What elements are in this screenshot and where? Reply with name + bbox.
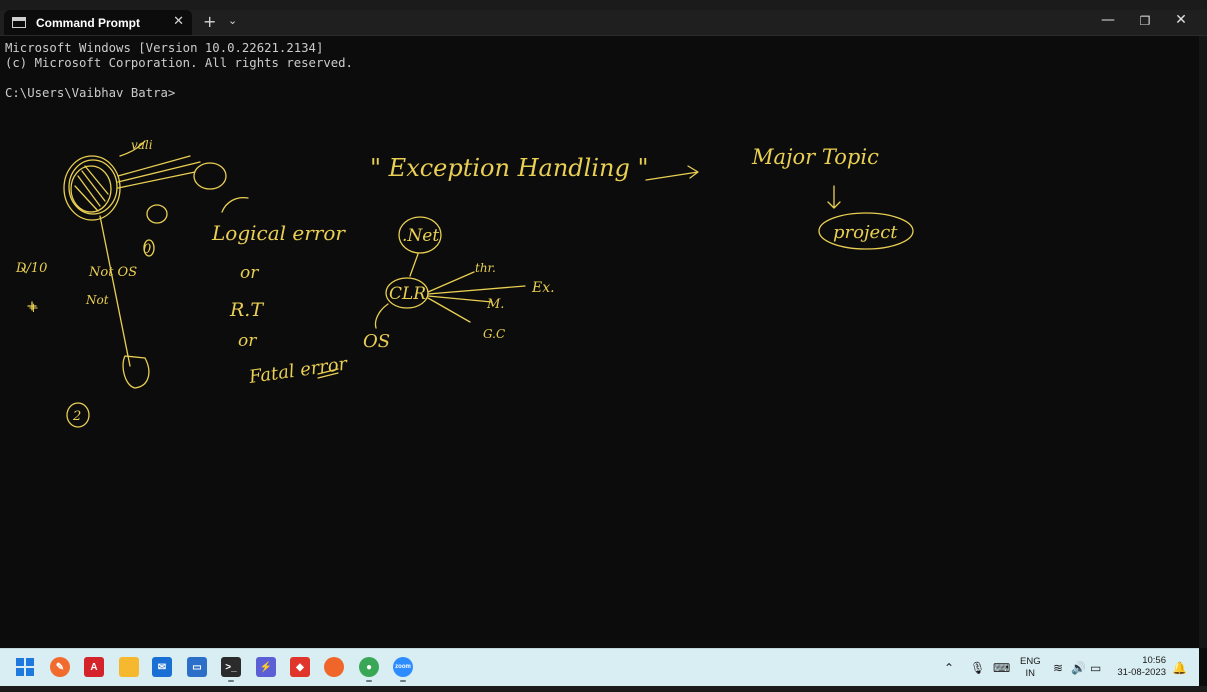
ink-m: M.: [486, 297, 504, 312]
microphone-icon[interactable]: 🎙: [970, 649, 985, 687]
ink-thr: thr.: [475, 261, 496, 275]
notification-icon[interactable]: 🔔: [1172, 649, 1187, 687]
ink-d10: D/10: [15, 261, 47, 276]
clock-time: 10:56: [1142, 655, 1166, 666]
firefox-icon[interactable]: [324, 657, 344, 677]
ink-annotations-layer: vali D/10 Not OS Not 2 0 + Logical error…: [15, 138, 914, 428]
start-icon[interactable]: [15, 657, 35, 677]
ink-fatal-error: Fatal error: [247, 353, 350, 388]
anydesk-icon[interactable]: ◆: [290, 657, 310, 677]
tray-chevron-up-icon[interactable]: ⌃: [944, 649, 954, 687]
clock[interactable]: 10:56 31-08-2023: [1112, 655, 1166, 679]
ink-circle-0: 0: [143, 242, 151, 257]
ink-net: .Net: [402, 226, 439, 246]
power-automate-icon[interactable]: ⚡: [256, 657, 276, 677]
touch-keyboard-icon[interactable]: ⌨: [993, 649, 1010, 687]
wifi-icon[interactable]: ≋: [1053, 649, 1063, 687]
mail-icon[interactable]: ✉: [152, 657, 172, 677]
volume-icon[interactable]: 🔊: [1071, 649, 1086, 687]
title-bar: Command Prompt ✕ + ⌄ — ❐ ✕: [0, 10, 1207, 36]
lang-line-1: ENG: [1020, 656, 1041, 667]
window-top-strip: [0, 0, 1207, 10]
ink-vali: vali: [131, 138, 153, 152]
ink-scribble-circle: [21, 140, 227, 428]
ink-clr-branches: [427, 271, 526, 323]
terminal-tab-icon: [12, 17, 26, 28]
ink-circle-2: 2: [72, 409, 81, 424]
ink-not-os: Not OS: [88, 265, 137, 280]
running-indicator: [228, 680, 234, 682]
ink-plus: +: [28, 301, 39, 316]
ink-net-clr-line: [409, 253, 419, 277]
ink-clr-os-line: [374, 303, 389, 329]
ink-exception-handling: " Exception Handling ": [370, 154, 648, 182]
running-indicator: [366, 680, 372, 682]
chrome-icon[interactable]: ●: [359, 657, 379, 677]
ink-rt: R.T: [229, 299, 264, 321]
tab-close-icon[interactable]: ✕: [173, 14, 184, 29]
terminal-icon[interactable]: >_: [221, 657, 241, 677]
ink-arrow-down: [827, 185, 841, 209]
pen-app-icon[interactable]: ✎: [50, 657, 70, 677]
new-tab-button[interactable]: +: [203, 12, 216, 31]
ink-or-2: or: [238, 331, 257, 351]
ink-or-1: or: [240, 263, 259, 283]
maximize-button[interactable]: ❐: [1127, 14, 1163, 28]
ink-squiggle: [221, 196, 249, 213]
ink-ex: Ex.: [531, 280, 555, 296]
tab-title: Command Prompt: [36, 15, 141, 30]
ink-logical-error: Logical error: [211, 221, 346, 245]
close-button[interactable]: ✕: [1163, 12, 1199, 28]
ink-major-topic: Major Topic: [751, 145, 879, 169]
whiteboard-icon[interactable]: ▭: [187, 657, 207, 677]
ink-not: Not: [85, 293, 109, 307]
taskbar: ✎ A ✉ ▭ >_ ⚡ ◆ ● zoom ⌃ 🎙 ⌨ ENG IN ≋ 🔊 ▭…: [0, 648, 1199, 687]
language-indicator[interactable]: ENG IN: [1020, 656, 1041, 680]
clock-date: 31-08-2023: [1117, 667, 1166, 678]
scrollbar[interactable]: [1199, 36, 1207, 648]
battery-icon[interactable]: ▭: [1090, 649, 1101, 687]
minimize-button[interactable]: —: [1090, 12, 1126, 28]
running-indicator: [400, 680, 406, 682]
tab-command-prompt[interactable]: Command Prompt ✕: [4, 10, 192, 35]
ink-gc: G.C: [483, 327, 505, 341]
window-bottom-strip: [0, 686, 1207, 692]
ink-arrow-right: [645, 165, 699, 181]
chevron-down-icon[interactable]: ⌄: [228, 14, 237, 27]
file-explorer-icon[interactable]: [119, 657, 139, 677]
ink-clr: CLR: [389, 284, 426, 304]
zoom-icon[interactable]: zoom: [393, 657, 413, 677]
lang-line-2: IN: [1025, 668, 1036, 679]
ink-project: project: [833, 222, 898, 243]
pdf-reader-icon[interactable]: A: [84, 657, 104, 677]
ink-os: OS: [363, 331, 390, 352]
zoom-label: zoom: [395, 664, 411, 670]
